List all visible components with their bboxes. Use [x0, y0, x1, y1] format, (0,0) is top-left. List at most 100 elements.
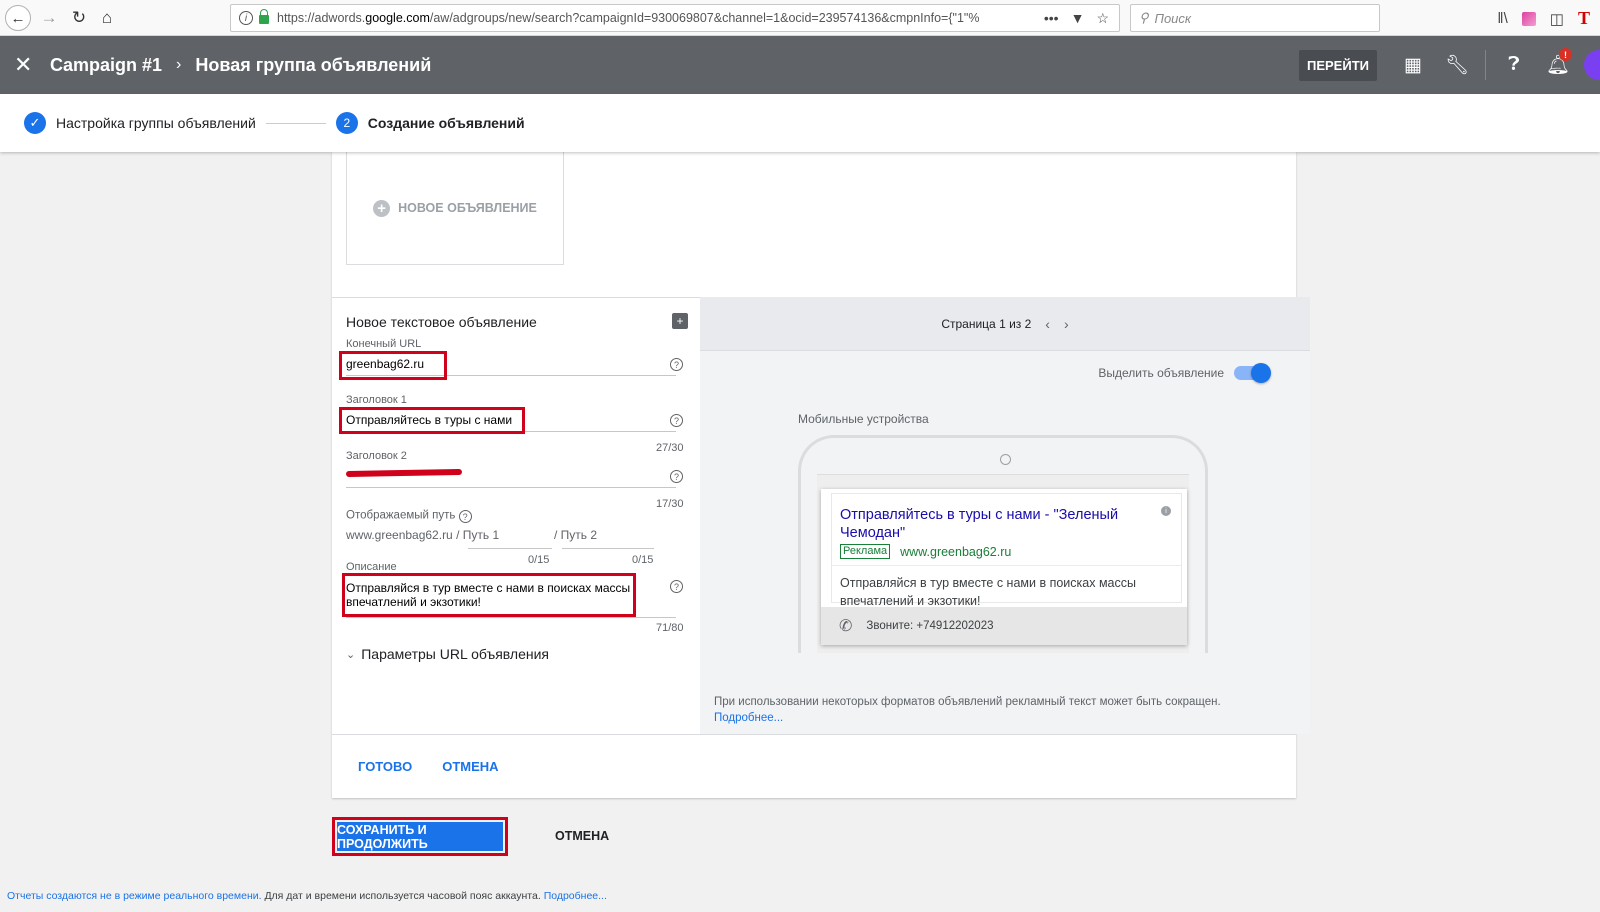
phone-mockup: Отправляйтесь в туры с нами - "Зеленый Ч…: [798, 435, 1208, 653]
ad-preview-panel: Страница 1 из 2 ‹ › Выделить объявление …: [700, 297, 1310, 734]
checkmark-icon: ✓: [24, 112, 46, 134]
headline2-label: Заголовок 2: [346, 450, 407, 462]
page-actions-icon[interactable]: •••: [1044, 10, 1059, 27]
ad-call-text: Звоните: +74912202023: [866, 620, 994, 632]
close-icon[interactable]: ✕: [14, 52, 36, 78]
back-arrow-icon[interactable]: ←: [5, 5, 31, 31]
extension-icon[interactable]: [1521, 11, 1536, 26]
save-continue-button[interactable]: СОХРАНИТЬ И ПРОДОЛЖИТЬ: [337, 822, 503, 851]
notification-badge: !: [1559, 48, 1572, 61]
footer-more-link[interactable]: Подробнее...: [544, 890, 607, 902]
path2-underline: [562, 548, 654, 549]
pocket-icon[interactable]: ▼: [1071, 10, 1085, 27]
display-path-label: Отображаемый путь: [346, 509, 456, 522]
ad-call-extension[interactable]: ✆ Звоните: +74912202023: [821, 607, 1187, 645]
chevron-left-icon[interactable]: ‹: [1045, 316, 1050, 332]
path2-input[interactable]: / Путь 2: [554, 528, 597, 542]
footer-note: Отчеты создаются не в режиме реального в…: [7, 890, 607, 903]
browser-toolbar: ← → ↻ ⌂ i https://adwords.google.com/aw/…: [0, 0, 1600, 36]
stepper: ✓ Настройка группы объявлений 2 Создание…: [0, 94, 1600, 152]
display-path-row: www.greenbag62.ru / Путь 1/ Путь 2: [346, 528, 676, 542]
lock-icon: [259, 9, 269, 24]
text-ad-editor: Новое текстовое объявление + Конечный UR…: [332, 297, 700, 734]
feedback-note-icon[interactable]: +: [672, 313, 688, 329]
info-icon[interactable]: i: [1161, 506, 1171, 516]
description-label: Описание: [346, 561, 397, 573]
library-icon[interactable]: ‖\: [1497, 10, 1507, 27]
preview-page-label: Страница 1 из 2: [941, 316, 1032, 331]
mobile-devices-label: Мобильные устройства: [798, 412, 929, 426]
highlight-box-description: [342, 573, 636, 617]
url-params-label: Параметры URL объявления: [361, 646, 549, 662]
wrench-icon[interactable]: 🔧︎: [1435, 36, 1479, 94]
notifications-bell-icon[interactable]: 🔔︎!: [1536, 36, 1580, 94]
editor-title: Новое текстовое объявление: [346, 314, 537, 330]
preview-more-link[interactable]: Подробнее...: [714, 710, 1221, 726]
final-url-label: Конечный URL: [346, 338, 422, 350]
new-ad-tile[interactable]: + НОВОЕ ОБЪЯВЛЕНИЕ: [346, 152, 564, 265]
avatar[interactable]: [1584, 50, 1600, 80]
help-circle-icon[interactable]: ?: [670, 414, 683, 427]
chevron-right-icon[interactable]: ›: [1064, 316, 1069, 332]
preview-note: При использовании некоторых форматов объ…: [714, 694, 1221, 726]
goto-button[interactable]: ПЕРЕЙТИ: [1299, 49, 1377, 81]
bookmark-star-icon[interactable]: ☆: [1096, 10, 1109, 27]
card-cancel-button[interactable]: ОТМЕНА: [442, 755, 498, 778]
description-counter: 71/80: [656, 622, 684, 634]
help-circle-icon[interactable]: ?: [458, 510, 472, 523]
help-circle-icon[interactable]: ?: [670, 580, 683, 593]
path1-underline: [468, 548, 552, 549]
display-path-field: Отображаемый путь ?: [346, 509, 676, 523]
search-placeholder: Поиск: [1154, 10, 1192, 26]
reload-icon[interactable]: ↻: [66, 5, 92, 31]
url-params-expander[interactable]: ⌄ Параметры URL объявления: [346, 646, 549, 662]
footer-text: Для дат и времени используется часовой п…: [261, 890, 544, 902]
page-title: Новая группа объявлений: [195, 54, 432, 75]
step-2-number: 2: [335, 112, 358, 134]
chevron-right-icon: ›: [176, 56, 182, 73]
footer-realtime-link[interactable]: Отчеты создаются не в режиме реального в…: [7, 890, 262, 902]
ads-card: + НОВОЕ ОБЪЯВЛЕНИЕ Новое текстовое объяв…: [332, 152, 1310, 798]
plus-circle-icon: +: [373, 199, 391, 217]
ad-preview-title[interactable]: Отправляйтесь в туры с нами - "Зеленый Ч…: [840, 506, 1150, 542]
preview-pager: Страница 1 из 2 ‹ ›: [700, 297, 1310, 351]
search-icon: ⚲: [1139, 10, 1149, 25]
help-icon[interactable]: ❓︎: [1492, 36, 1536, 94]
reports-icon[interactable]: ▦: [1391, 36, 1435, 94]
phone-icon: ✆: [839, 618, 853, 635]
address-bar[interactable]: i https://adwords.google.com/aw/adgroups…: [230, 4, 1120, 32]
sidebar-icon[interactable]: ◫: [1550, 10, 1564, 28]
highlight-box-save: СОХРАНИТЬ И ПРОДОЛЖИТЬ: [332, 817, 508, 856]
phone-screen: Отправляйтесь в туры с нами - "Зеленый Ч…: [817, 474, 1189, 653]
toggle-knob: [1251, 363, 1271, 383]
ad-divider: [832, 565, 1181, 566]
highlight-box-final-url: [339, 351, 447, 380]
highlight-ad-toggle-row: Выделить объявление: [1098, 363, 1271, 383]
headline2-field[interactable]: Заголовок 2: [346, 450, 676, 488]
header-divider: [1485, 50, 1486, 80]
forward-arrow-icon[interactable]: →: [36, 5, 62, 31]
headline2-underline: [346, 487, 676, 488]
ad-badge: Реклама: [840, 544, 891, 559]
page-cancel-button[interactable]: ОТМЕНА: [555, 829, 609, 843]
path1-input[interactable]: www.greenbag62.ru / Путь 1: [346, 528, 554, 542]
done-button[interactable]: ГОТОВО: [358, 755, 412, 778]
url-text[interactable]: https://adwords.google.com/aw/adgroups/n…: [277, 11, 1044, 25]
headline1-label: Заголовок 1: [346, 394, 407, 406]
ad-preview-url: www.greenbag62.ru: [900, 544, 1012, 559]
breadcrumb-campaign[interactable]: Campaign #1: [50, 55, 162, 76]
card-actions: ГОТОВО ОТМЕНА: [332, 734, 1296, 798]
step-1-label[interactable]: Настройка группы объявлений: [56, 115, 256, 131]
highlight-box-headline1: [339, 407, 525, 434]
help-circle-icon[interactable]: ?: [670, 358, 683, 371]
help-circle-icon[interactable]: ?: [670, 470, 683, 483]
site-info-icon[interactable]: i: [239, 11, 253, 25]
browser-search-input[interactable]: ⚲ Поиск: [1130, 4, 1380, 32]
highlight-ad-toggle[interactable]: [1234, 363, 1271, 383]
home-icon[interactable]: ⌂: [94, 5, 120, 31]
translate-extension-icon[interactable]: T: [1578, 8, 1590, 29]
preview-note-text: При использовании некоторых форматов объ…: [714, 696, 1221, 708]
phone-camera: [1000, 454, 1011, 465]
app-header: ✕ Campaign #1 › Новая группа объявлений …: [0, 36, 1600, 94]
new-ad-label: НОВОЕ ОБЪЯВЛЕНИЕ: [398, 201, 537, 215]
